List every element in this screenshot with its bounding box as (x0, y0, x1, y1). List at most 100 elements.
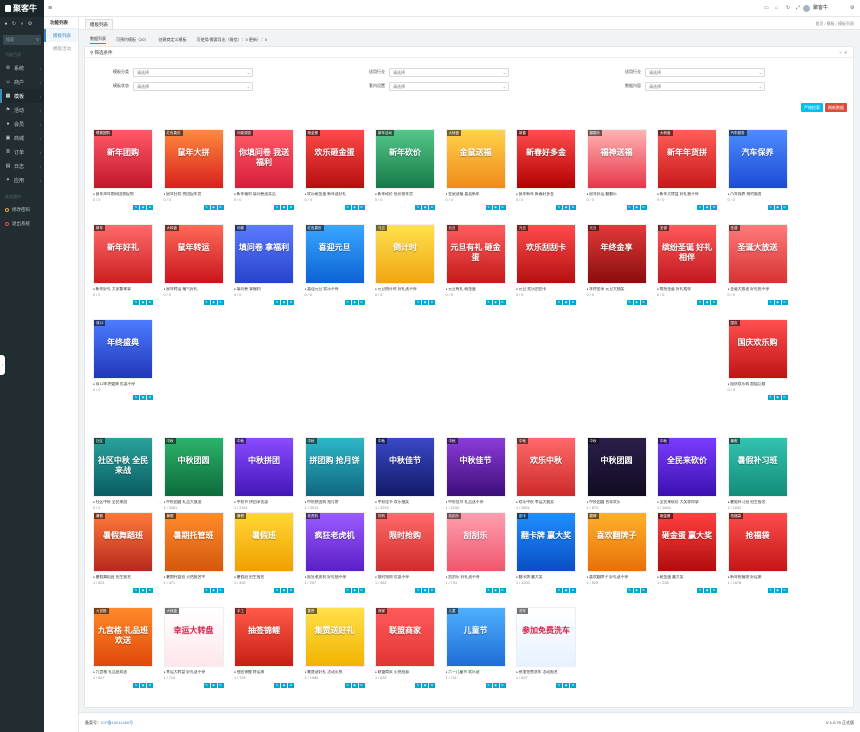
icp-link[interactable]: ICP备16011465号 (101, 720, 133, 725)
view-icon[interactable]: ◉ (281, 683, 287, 688)
template-thumbnail[interactable]: 砸金蛋 砸金蛋 赢大奖 (657, 512, 717, 572)
template-thumbnail[interactable]: 老虎机 疯狂老虎机 (304, 512, 365, 572)
edit-icon[interactable]: ✎ (697, 205, 703, 210)
edit-icon[interactable]: ✎ (767, 395, 774, 400)
copy-icon[interactable]: ⧉ (711, 588, 717, 593)
view-icon[interactable]: ◉ (140, 588, 146, 593)
template-thumbnail[interactable]: 红色喜庆 喜迎元旦 (304, 224, 365, 284)
template-thumbnail[interactable]: 中秋 中秋团圆 (586, 437, 647, 497)
copy-icon[interactable]: ⧉ (358, 683, 365, 688)
edit-icon[interactable]: ✎ (626, 588, 633, 593)
template-thumbnail[interactable]: 中秋 中秋拼团 (234, 437, 294, 497)
edit-icon[interactable]: ✎ (274, 683, 280, 688)
edit-icon[interactable]: ✎ (697, 588, 703, 593)
monitor-icon[interactable]: ▭ (764, 0, 769, 17)
view-icon[interactable]: ◉ (774, 205, 781, 210)
copy-icon[interactable]: ⧉ (570, 588, 576, 593)
edit-icon[interactable]: ✎ (203, 588, 210, 593)
template-card[interactable]: 元旦欢乐刮刮卡元旦 欢乐刮刮卡0 / 0✎◉⧉ (516, 224, 576, 306)
view-icon[interactable]: ◉ (281, 205, 287, 210)
edit-icon[interactable]: ✎ (415, 588, 421, 593)
copy-icon[interactable]: ⧉ (499, 205, 506, 210)
template-card[interactable]: 红色喜庆喜迎元旦喜迎元旦 欢乐不停0 / 0 ✎◉⧉ (304, 224, 365, 306)
view-icon[interactable]: ◉ (351, 683, 358, 688)
template-thumbnail[interactable]: 圣诞 缤纷圣诞 好礼相伴 (657, 224, 717, 284)
sidebar-item-0[interactable]: ⚙ 系统 ‹ (0, 61, 44, 75)
template-card[interactable]: 大转盘金鼠送福金鼠送福 喜迎新年0 / 0 ✎◉⧉ (445, 129, 506, 211)
template-card[interactable]: 翻牌喜欢翻牌子喜欢翻牌子 好礼送不停1 / 529 ✎◉⧉ (586, 512, 647, 594)
view-icon[interactable]: ◉ (281, 300, 287, 305)
template-card[interactable]: 新春新春好多金鼠年新年 新春好多金0 / 0 ✎◉⧉ (516, 129, 576, 211)
sidebar-item-8[interactable]: ✦ 应用 ‹ (0, 173, 44, 187)
edit-icon[interactable]: ✎ (274, 300, 280, 305)
template-thumbnail[interactable]: 红色喜庆 鼠年大拼 (163, 129, 224, 189)
view-icon[interactable]: ◉ (633, 588, 640, 593)
view-icon[interactable]: ◉ (492, 300, 499, 305)
chevron-left-icon[interactable]: « (19, 21, 25, 27)
template-thumbnail[interactable]: 翻翻乐 福神送福 (586, 129, 647, 189)
copy-icon[interactable]: ⧉ (429, 205, 435, 210)
copy-icon[interactable]: ⧉ (781, 395, 788, 400)
sidebar-extra-0[interactable]: 修改密码 (0, 203, 44, 217)
edit-icon[interactable]: ✎ (133, 205, 139, 210)
template-card[interactable]: 双12 年终盛典双12年终盛典 优惠不停0 / 0 ✎◉⧉ (93, 319, 153, 401)
edit-icon[interactable]: ✎ (626, 205, 633, 210)
view-icon[interactable]: ◉ (774, 588, 781, 593)
copy-icon[interactable]: ⧉ (640, 588, 647, 593)
template-thumbnail[interactable]: 双12 年终盛典 (93, 319, 153, 379)
edit-icon[interactable]: ✎ (767, 588, 774, 593)
edit-icon[interactable]: ✎ (415, 683, 421, 688)
template-card[interactable]: 暑假暑假舞蹈班暑假舞蹈班 招生报名1 / 821 ✎◉⧉ (93, 512, 153, 594)
template-thumbnail[interactable]: 联赛团购 新年团购 (93, 129, 153, 189)
edit-icon[interactable]: ✎ (203, 683, 210, 688)
copy-icon[interactable]: ⧉ (781, 300, 788, 305)
copy-icon[interactable]: ⧉ (288, 588, 294, 593)
template-thumbnail[interactable]: 元旦 元旦有礼 砸金蛋 (445, 224, 506, 284)
view-icon[interactable]: ◉ (563, 683, 569, 688)
template-thumbnail[interactable]: 暑假 暑假补习班 (727, 437, 788, 497)
template-card[interactable]: 集赞集赞送好礼集赞送好礼 活动火热1 / 1080 ✎◉⧉ (304, 607, 365, 689)
collapse-close-icon[interactable]: – × (839, 47, 847, 58)
view-icon[interactable]: ◉ (563, 205, 569, 210)
copy-icon[interactable]: ⧉ (147, 395, 153, 400)
template-card[interactable]: 刮刮乐刮刮乐刮刮乐 好礼送不停1 / 731✎◉⧉ (445, 512, 506, 594)
copy-icon[interactable]: ⧉ (288, 205, 294, 210)
copy-icon[interactable]: ⧉ (147, 683, 153, 688)
copy-icon[interactable]: ⧉ (711, 300, 717, 305)
brand-logo[interactable]: 聚客牛 (0, 0, 44, 17)
view-icon[interactable]: ◉ (140, 300, 146, 305)
template-card[interactable]: 大转盘幸运大转盘幸运大转盘 好礼送不停1 / 714 ✎◉⧉ (163, 607, 224, 689)
edit-icon[interactable]: ✎ (415, 300, 421, 305)
template-thumbnail[interactable]: 洗车 参加免费洗车 (516, 607, 576, 667)
copy-icon[interactable]: ⧉ (288, 300, 294, 305)
view-icon[interactable]: ◉ (351, 588, 358, 593)
template-card[interactable]: 刮卡翻卡牌 赢大奖翻卡牌 赢大奖1 / 1200✎◉⧉ (516, 512, 576, 594)
template-thumbnail[interactable]: 圣诞 圣诞大放送 (727, 224, 788, 284)
template-card[interactable]: 中秋中秋团圆中秋团圆 合家欢乐1 / 872✎◉⧉ (586, 437, 647, 519)
edit-icon[interactable]: ✎ (344, 300, 351, 305)
template-card[interactable]: 汽车服务汽车保养汽车保养 预约服务0 / 0 ✎◉⧉ (727, 129, 788, 211)
copy-icon[interactable]: ⧉ (217, 300, 224, 305)
copy-icon[interactable]: ⧉ (288, 683, 294, 688)
copy-icon[interactable]: ⧉ (217, 205, 224, 210)
edit-icon[interactable]: ✎ (133, 300, 139, 305)
template-thumbnail[interactable]: 问卷调查 你填问卷 我送福利 (234, 129, 294, 189)
template-card[interactable]: 中秋中秋拼团中秋节 拼团享优惠1 / 2341✎◉⧉ (234, 437, 294, 519)
view-icon[interactable]: ◉ (422, 205, 428, 210)
template-thumbnail[interactable]: 问卷 填问卷 拿福利 (234, 224, 294, 284)
copy-icon[interactable]: ⧉ (781, 205, 788, 210)
template-card[interactable]: 儿童儿童节六一儿童节 欢乐送1 / 711 ✎◉⧉ (445, 607, 506, 689)
copy-icon[interactable]: ⧉ (217, 683, 224, 688)
industry-select[interactable]: 请选择 ⌄ (389, 67, 509, 77)
template-thumbnail[interactable]: 社区 社区中秋 全民来战 (93, 437, 153, 497)
edit-icon[interactable]: ✎ (133, 683, 139, 688)
template-card[interactable]: 暑假暑假班暑假班 招生报名1 / 492 ✎◉⧉ (234, 512, 294, 594)
copy-icon[interactable]: ⧉ (570, 683, 576, 688)
sidebar-extra-1[interactable]: 退出系统 (0, 217, 44, 231)
view-icon[interactable]: ◉ (704, 588, 710, 593)
username[interactable]: 聚客牛 (813, 0, 828, 17)
refresh-icon[interactable]: ↻ (11, 21, 17, 27)
view-icon[interactable]: ◉ (422, 300, 428, 305)
template-card[interactable]: 圣诞圣诞大放送圣诞大放送 好礼抢不停0 / 0 ✎◉⧉ (727, 224, 788, 306)
edit-icon[interactable]: ✎ (133, 588, 139, 593)
